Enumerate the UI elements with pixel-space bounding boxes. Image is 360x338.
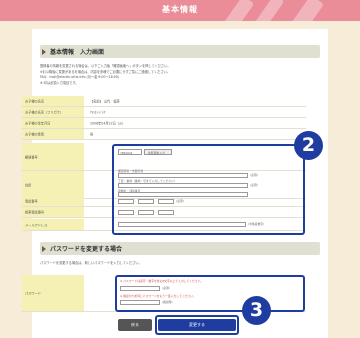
row-name: お子様の氏名 【名前】 山代 幅茶 xyxy=(22,96,306,107)
page-title: 基本情報 xyxy=(162,5,198,14)
kana-value: ﾔﾏｼﾛ ﾊﾊﾞﾁﾔ xyxy=(90,110,106,115)
address-label: 住所 xyxy=(25,183,32,187)
row-kana: お子様の氏名（フリガナ） ﾔﾏｼﾛ ﾊﾊﾞﾁﾔ xyxy=(22,107,306,118)
password-note: パスワードを変更する場合は、新しいパスワードを入力してください。 xyxy=(40,261,142,265)
intro-text: 登録者の情報を変更される場合は、以下ご入力後「確認画面へ」ボタンを押してください… xyxy=(40,64,310,86)
row-birthdate: お子様の生年月日 2008年04月22日（火） xyxy=(22,118,306,129)
password-label: パスワード xyxy=(25,291,41,296)
section-password-header: パスワードを変更する場合 xyxy=(40,242,320,255)
back-button[interactable]: 戻る xyxy=(118,319,152,331)
birth-value: 2008年04月22日（火） xyxy=(90,121,126,126)
header-banner: 基本情報 xyxy=(0,0,360,21)
highlight-frame-password xyxy=(115,275,305,312)
triangle-icon xyxy=(42,49,46,55)
row-gender: お子様の性別 男 xyxy=(22,129,306,140)
step-2-badge: 2 xyxy=(294,131,323,160)
name-label: お子様の氏名 xyxy=(25,99,45,104)
birth-label: お子様の生年月日 xyxy=(25,121,51,126)
name-value: 【名前】 山代 幅茶 xyxy=(90,99,120,104)
highlight-frame-step3 xyxy=(155,315,239,335)
kana-label: お子様の氏名（フリガナ） xyxy=(25,110,64,115)
gender-label: お子様の性別 xyxy=(25,132,45,137)
zip-label: 郵便番号 xyxy=(25,155,38,159)
highlight-frame-step2 xyxy=(112,144,305,235)
intro-line: ※ 印は必須入力項目です。 xyxy=(40,80,79,85)
email-label: メールアドレス xyxy=(25,223,48,227)
gender-value: 男 xyxy=(90,132,94,137)
section-password-title: パスワードを変更する場合 xyxy=(50,246,123,253)
section-basic-header: 基本情報 入力画面 xyxy=(40,45,320,58)
phone-label: 電話番号 xyxy=(25,199,38,204)
triangle-icon xyxy=(42,246,46,252)
step-3-badge: 3 xyxy=(242,296,271,325)
mobile-label: 携帯電話番号 xyxy=(25,210,45,215)
section-basic-title: 基本情報 入力画面 xyxy=(50,49,105,56)
